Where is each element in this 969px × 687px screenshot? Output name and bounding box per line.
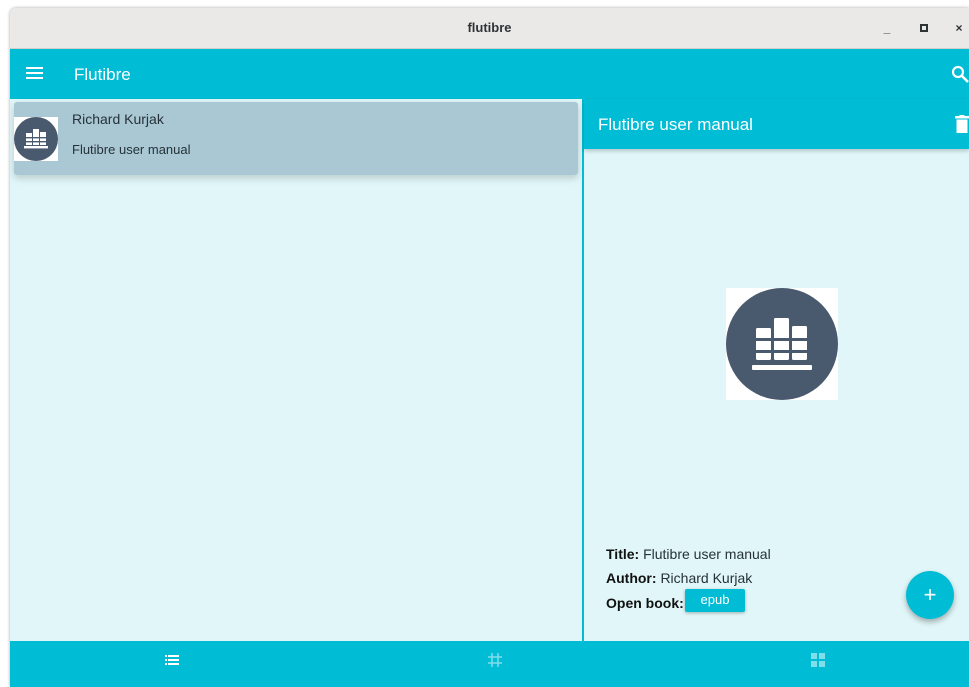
trash-icon[interactable]: [955, 115, 969, 133]
book-author: Richard Kurjak: [72, 111, 164, 127]
book-cover: [726, 288, 838, 400]
book-detail-pane: Flutibre user manual Title: Flutibre use…: [584, 99, 969, 641]
detail-title-row: Title: Flutibre user manual: [606, 546, 771, 562]
book-list-pane: Richard Kurjak Flutibre user manual: [10, 99, 582, 641]
search-icon[interactable]: [951, 65, 969, 83]
open-book-label: Open book:: [606, 595, 684, 611]
list-view-icon[interactable]: [164, 652, 180, 668]
app-title: Flutibre: [74, 65, 131, 84]
window-titlebar[interactable]: flutibre _ ×: [10, 8, 969, 49]
tile-view-icon[interactable]: [810, 652, 826, 668]
book-title: Flutibre user manual: [72, 142, 191, 157]
bottom-navigation: [10, 641, 969, 687]
app-window: flutibre _ × Flutibre Richard Kurjak Flu…: [10, 8, 969, 687]
epub-button[interactable]: epub: [685, 589, 745, 612]
author-value: Richard Kurjak: [660, 570, 753, 586]
book-thumbnail: [14, 117, 58, 161]
title-value: Flutibre user manual: [643, 546, 771, 562]
book-list-item[interactable]: Richard Kurjak Flutibre user manual: [14, 102, 578, 175]
bookshelf-icon: [726, 288, 838, 400]
detail-header: Flutibre user manual: [584, 99, 969, 149]
detail-author-row: Author: Richard Kurjak: [606, 570, 752, 586]
window-title: flutibre: [467, 20, 512, 35]
detail-open-row: Open book:: [606, 595, 684, 611]
close-button[interactable]: ×: [948, 18, 969, 38]
grid-view-icon[interactable]: [487, 652, 503, 668]
detail-title: Flutibre user manual: [598, 115, 753, 134]
title-label: Title:: [606, 546, 640, 562]
app-bar: Flutibre: [10, 49, 969, 99]
minimize-button[interactable]: _: [876, 18, 898, 38]
maximize-icon: [920, 24, 928, 32]
hamburger-menu-icon[interactable]: [24, 64, 46, 84]
add-book-button[interactable]: +: [906, 571, 954, 619]
author-label: Author:: [606, 570, 657, 586]
maximize-button[interactable]: [913, 18, 935, 38]
bookshelf-icon: [14, 117, 58, 161]
